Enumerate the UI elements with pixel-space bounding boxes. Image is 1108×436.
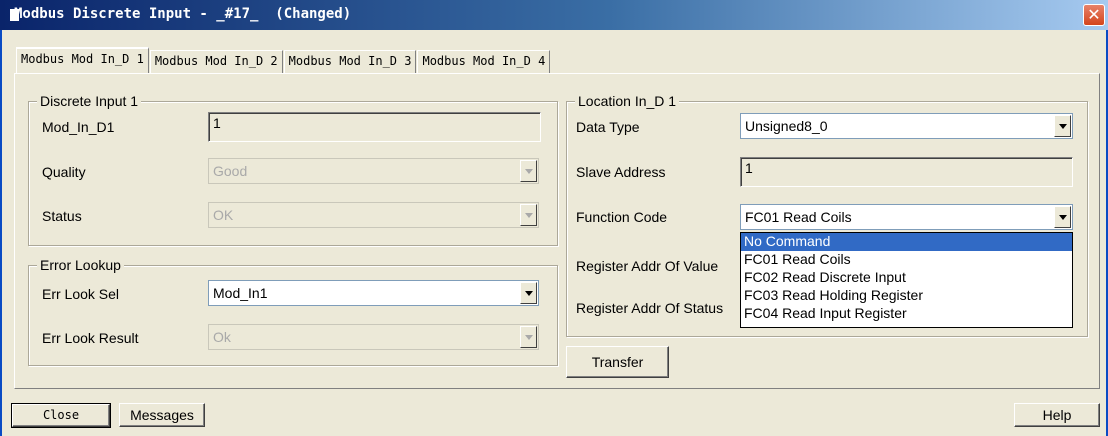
err-look-sel-label: Err Look Sel bbox=[42, 286, 120, 302]
err-look-result-select: Ok bbox=[208, 324, 539, 350]
tab-modbus-mod-in-d-1[interactable]: Modbus Mod In_D 1 bbox=[16, 47, 149, 73]
quality-select: Good bbox=[208, 158, 539, 184]
slave-address-value: 1 bbox=[745, 160, 753, 176]
dropdown-button[interactable] bbox=[520, 282, 537, 304]
dropdown-button[interactable] bbox=[1054, 206, 1071, 228]
transfer-button[interactable]: Transfer bbox=[566, 346, 669, 378]
slave-address-field[interactable]: 1 bbox=[740, 157, 1073, 187]
dropdown-button[interactable] bbox=[1054, 115, 1071, 137]
chevron-down-icon bbox=[525, 335, 533, 340]
group-title: Location In_D 1 bbox=[575, 93, 680, 109]
data-type-value: Unsigned8_0 bbox=[745, 118, 828, 134]
close-button[interactable]: Close bbox=[11, 403, 111, 428]
dropdown-option[interactable]: FC04 Read Input Register bbox=[741, 305, 1072, 323]
err-look-sel-value: Mod_In1 bbox=[213, 285, 268, 301]
register-addr-status-label: Register Addr Of Status bbox=[576, 300, 724, 316]
dropdown-button bbox=[520, 326, 537, 348]
mod-in-field[interactable]: 1 bbox=[208, 112, 541, 142]
chevron-down-icon bbox=[525, 213, 533, 218]
err-look-result-label: Err Look Result bbox=[42, 330, 139, 346]
function-code-label: Function Code bbox=[576, 209, 668, 225]
err-look-sel-select[interactable]: Mod_In1 bbox=[208, 280, 539, 306]
quality-label: Quality bbox=[42, 164, 86, 180]
status-value: OK bbox=[213, 207, 234, 223]
dropdown-button bbox=[520, 160, 537, 182]
group-title: Error Lookup bbox=[37, 257, 124, 273]
chevron-down-icon bbox=[525, 169, 533, 174]
mod-in-label: Mod_In_D1 bbox=[42, 119, 115, 135]
chevron-down-icon bbox=[1059, 215, 1067, 220]
window-title: Modbus Discrete Input - _#17_ (Changed) bbox=[14, 6, 352, 22]
slave-address-label: Slave Address bbox=[576, 164, 666, 180]
dropdown-option[interactable]: FC02 Read Discrete Input bbox=[741, 269, 1072, 287]
function-code-value: FC01 Read Coils bbox=[745, 209, 852, 225]
title-bar: Modbus Discrete Input - _#17_ (Changed) … bbox=[0, 0, 1108, 30]
function-code-dropdown-list[interactable]: No Command FC01 Read Coils FC02 Read Dis… bbox=[740, 232, 1073, 328]
status-select: OK bbox=[208, 202, 539, 228]
data-type-label: Data Type bbox=[576, 119, 640, 135]
data-type-select[interactable]: Unsigned8_0 bbox=[740, 113, 1073, 139]
register-addr-value-label: Register Addr Of Value bbox=[576, 258, 719, 274]
chevron-down-icon bbox=[525, 291, 533, 296]
close-window-button[interactable]: ✕ bbox=[1083, 4, 1105, 26]
dropdown-option[interactable]: FC03 Read Holding Register bbox=[741, 287, 1072, 305]
mod-in-value: 1 bbox=[213, 115, 221, 131]
err-look-result-value: Ok bbox=[213, 329, 231, 345]
tab-modbus-mod-in-d-2[interactable]: Modbus Mod In_D 2 bbox=[149, 50, 283, 73]
function-code-select[interactable]: FC01 Read Coils bbox=[740, 204, 1073, 230]
group-title: Discrete Input 1 bbox=[37, 93, 142, 109]
messages-button[interactable]: Messages bbox=[119, 403, 205, 427]
quality-value: Good bbox=[213, 163, 248, 179]
tab-modbus-mod-in-d-3[interactable]: Modbus Mod In_D 3 bbox=[283, 50, 417, 73]
tab-strip: Modbus Mod In_D 1 Modbus Mod In_D 2 Modb… bbox=[16, 47, 551, 73]
dropdown-button bbox=[520, 204, 537, 226]
chevron-down-icon bbox=[1059, 124, 1067, 129]
dropdown-option[interactable]: No Command bbox=[741, 233, 1072, 251]
close-icon: ✕ bbox=[1087, 5, 1101, 24]
help-button[interactable]: Help bbox=[1014, 403, 1100, 427]
dropdown-option[interactable]: FC01 Read Coils bbox=[741, 251, 1072, 269]
tab-modbus-mod-in-d-4[interactable]: Modbus Mod In_D 4 bbox=[417, 50, 551, 73]
status-label: Status bbox=[42, 208, 82, 224]
